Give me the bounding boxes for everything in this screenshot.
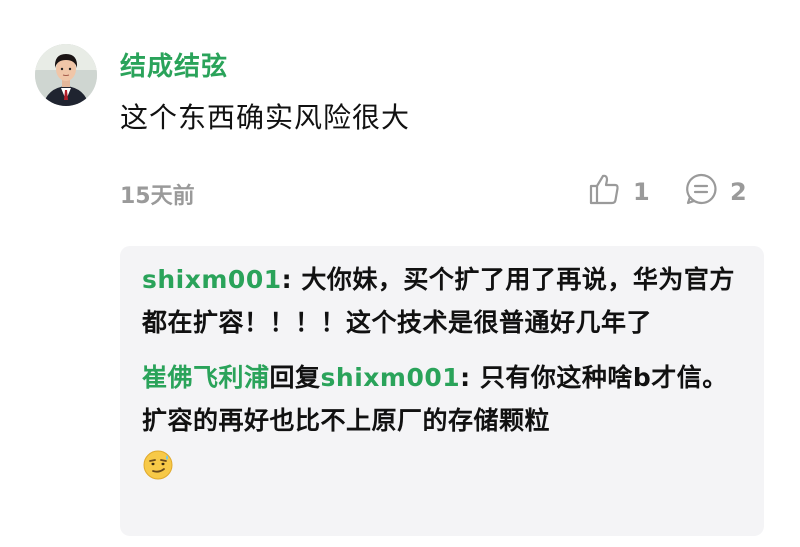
avatar-image — [35, 44, 97, 106]
comment-bubble-icon — [684, 172, 718, 212]
smirk-emoji-icon — [142, 449, 174, 481]
reply-target[interactable]: shixm001 — [321, 363, 461, 392]
reply-separator: : — [281, 265, 302, 294]
thumbs-up-icon — [587, 172, 621, 212]
reply-button[interactable]: 2 — [684, 172, 747, 212]
reply-separator: : — [460, 363, 480, 392]
avatar[interactable] — [35, 44, 97, 106]
comment-username[interactable]: 结成结弦 — [120, 46, 228, 83]
reply-item[interactable]: shixm001: 大你妹，买个扩了用了再说，华为官方都在扩容！！！！这个技术是… — [142, 258, 742, 344]
reply-author[interactable]: shixm001 — [142, 265, 282, 294]
comment-timestamp: 15天前 — [120, 184, 195, 209]
reply-word: 回复 — [269, 363, 321, 392]
reply-count: 2 — [730, 178, 747, 206]
reply-item[interactable]: 崔佛飞利浦回复shixm001: 只有你这种啥b才信。扩容的再好也比不上原厂的存… — [142, 356, 742, 485]
reply-thread: shixm001: 大你妹，买个扩了用了再说，华为官方都在扩容！！！！这个技术是… — [120, 246, 764, 536]
like-count: 1 — [633, 178, 650, 206]
comment-text: 这个东西确实风险很大 — [120, 101, 411, 134]
reply-author[interactable]: 崔佛飞利浦 — [142, 363, 270, 392]
like-button[interactable]: 1 — [587, 172, 650, 212]
